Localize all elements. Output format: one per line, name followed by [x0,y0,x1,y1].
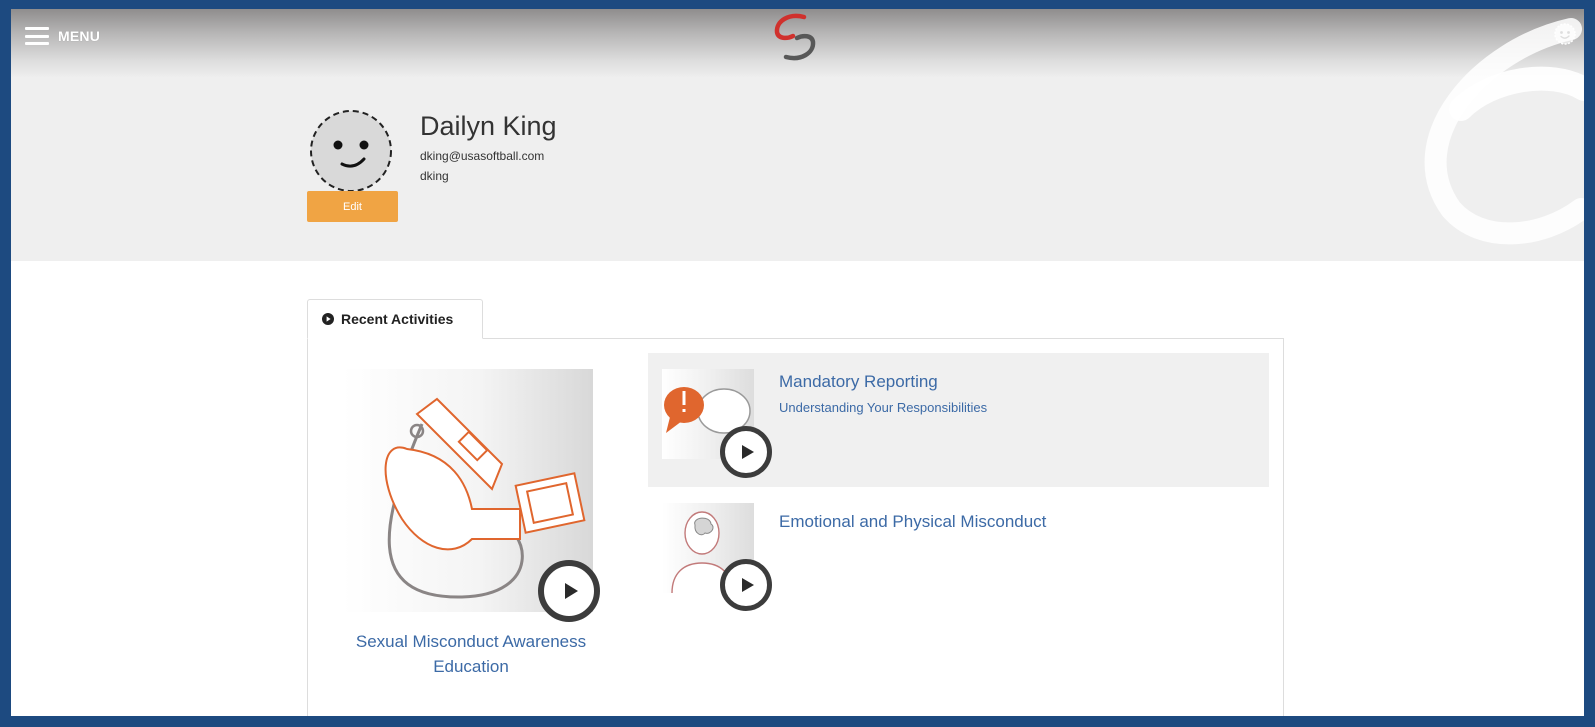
menu-button[interactable]: MENU [25,25,100,47]
tab-label: Recent Activities [341,311,454,327]
activity-play-button[interactable] [720,426,772,478]
profile-email: dking@usasoftball.com [420,149,545,163]
play-icon [564,583,578,599]
activity-row[interactable]: Emotional and Physical Misconduct [648,493,1269,627]
background-swirl-icon [1424,18,1584,245]
activity-title[interactable]: Emotional and Physical Misconduct [779,512,1046,532]
activity-row[interactable]: Mandatory Reporting Understanding Your R… [648,353,1269,487]
tab-recent-activities[interactable]: Recent Activities [307,299,483,339]
play-icon [741,445,754,459]
swirl-logo-icon[interactable] [771,11,819,63]
featured-activity-title[interactable]: Sexual Misconduct Awareness Education [331,629,611,679]
profile-avatar [310,110,392,192]
play-icon [741,578,754,592]
app-frame: MENU Edit Dailyn King dking@usasoftball.… [11,9,1584,716]
menu-label: MENU [58,28,101,44]
play-circle-icon [322,313,334,325]
featured-play-button[interactable] [538,560,600,622]
edit-profile-button[interactable]: Edit [307,191,398,222]
profile-username: dking [420,169,449,183]
activity-play-button[interactable] [720,559,772,611]
activity-title[interactable]: Mandatory Reporting [779,372,938,392]
hamburger-icon [25,27,49,45]
profile-name: Dailyn King [420,111,557,141]
activity-subtitle: Understanding Your Responsibilities [779,400,988,415]
